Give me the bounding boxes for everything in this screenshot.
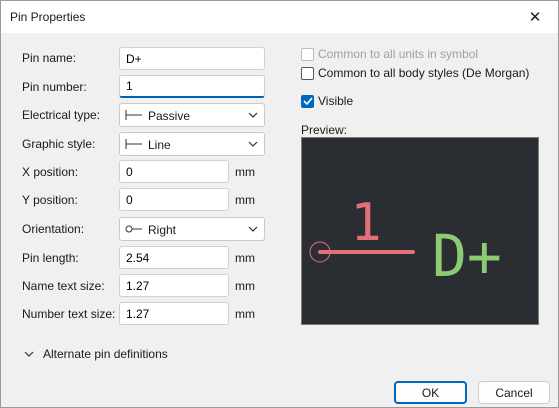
checkmark-icon — [302, 97, 313, 105]
passive-pin-icon — [125, 110, 142, 120]
name-text-size-unit: mm — [235, 279, 255, 293]
electrical-type-value: Passive — [148, 109, 191, 123]
name-text-size-input[interactable] — [119, 274, 229, 297]
electrical-type-select[interactable]: Passive — [119, 103, 265, 127]
pin-number-input[interactable] — [119, 75, 265, 98]
graphic-style-select[interactable]: Line — [119, 132, 265, 156]
pin-properties-dialog: Pin Properties ✕ Pin name: Pin number: E… — [0, 0, 559, 408]
y-position-input[interactable] — [119, 188, 229, 211]
alternate-pin-definitions-label: Alternate pin definitions — [43, 347, 168, 361]
chevron-down-icon — [24, 351, 34, 357]
pin-number-label: Pin number: — [22, 80, 87, 94]
pin-length-input[interactable] — [119, 246, 229, 269]
chevron-down-icon — [248, 112, 258, 118]
common-body-styles-label: Common to all body styles (De Morgan) — [318, 66, 530, 80]
number-text-size-input[interactable] — [119, 302, 229, 325]
number-text-size-label: Number text size: — [22, 307, 116, 321]
checkbox-box[interactable] — [301, 47, 314, 61]
chevron-down-icon — [248, 141, 258, 147]
y-position-label: Y position: — [22, 193, 78, 207]
checkbox-box[interactable] — [301, 94, 314, 108]
alternate-pin-definitions-toggle[interactable]: Alternate pin definitions — [24, 347, 168, 361]
pin-name-input[interactable] — [119, 47, 265, 70]
name-text-size-label: Name text size: — [22, 279, 105, 293]
x-position-input[interactable] — [119, 160, 229, 183]
close-button[interactable]: ✕ — [512, 1, 558, 33]
preview-pin-number: 1 — [350, 193, 381, 253]
orientation-value: Right — [148, 223, 177, 237]
graphic-style-label: Graphic style: — [22, 137, 96, 151]
preview-label: Preview: — [301, 123, 348, 137]
visible-label: Visible — [318, 94, 354, 108]
pin-length-label: Pin length: — [22, 251, 79, 265]
common-units-checkbox[interactable]: Common to all units in symbol — [301, 47, 478, 61]
y-position-unit: mm — [235, 193, 255, 207]
preview-drawing: 1 D+ — [309, 193, 502, 290]
common-units-label: Common to all units in symbol — [318, 47, 479, 61]
common-body-styles-checkbox[interactable]: Common to all body styles (De Morgan) — [301, 66, 529, 80]
ok-button[interactable]: OK — [394, 381, 467, 404]
pin-preview-canvas: 1 D+ — [301, 137, 539, 325]
checkbox-box[interactable] — [301, 66, 314, 80]
chevron-down-icon — [248, 226, 258, 232]
title-bar: Pin Properties ✕ — [1, 1, 558, 33]
graphic-style-value: Line — [148, 138, 171, 152]
number-text-size-unit: mm — [235, 307, 255, 321]
cancel-button[interactable]: Cancel — [478, 381, 550, 404]
line-style-icon — [125, 139, 142, 149]
close-icon: ✕ — [528, 9, 542, 26]
orientation-label: Orientation: — [22, 222, 85, 236]
orientation-select[interactable]: Right — [119, 217, 265, 241]
x-position-label: X position: — [22, 165, 79, 179]
dialog-title: Pin Properties — [10, 10, 86, 24]
preview-pin-name: D+ — [432, 222, 502, 290]
visible-checkbox[interactable]: Visible — [301, 94, 353, 108]
x-position-unit: mm — [235, 165, 255, 179]
pin-name-label: Pin name: — [22, 51, 77, 65]
orientation-right-icon — [125, 225, 142, 233]
pin-length-unit: mm — [235, 251, 255, 265]
electrical-type-label: Electrical type: — [22, 108, 101, 122]
